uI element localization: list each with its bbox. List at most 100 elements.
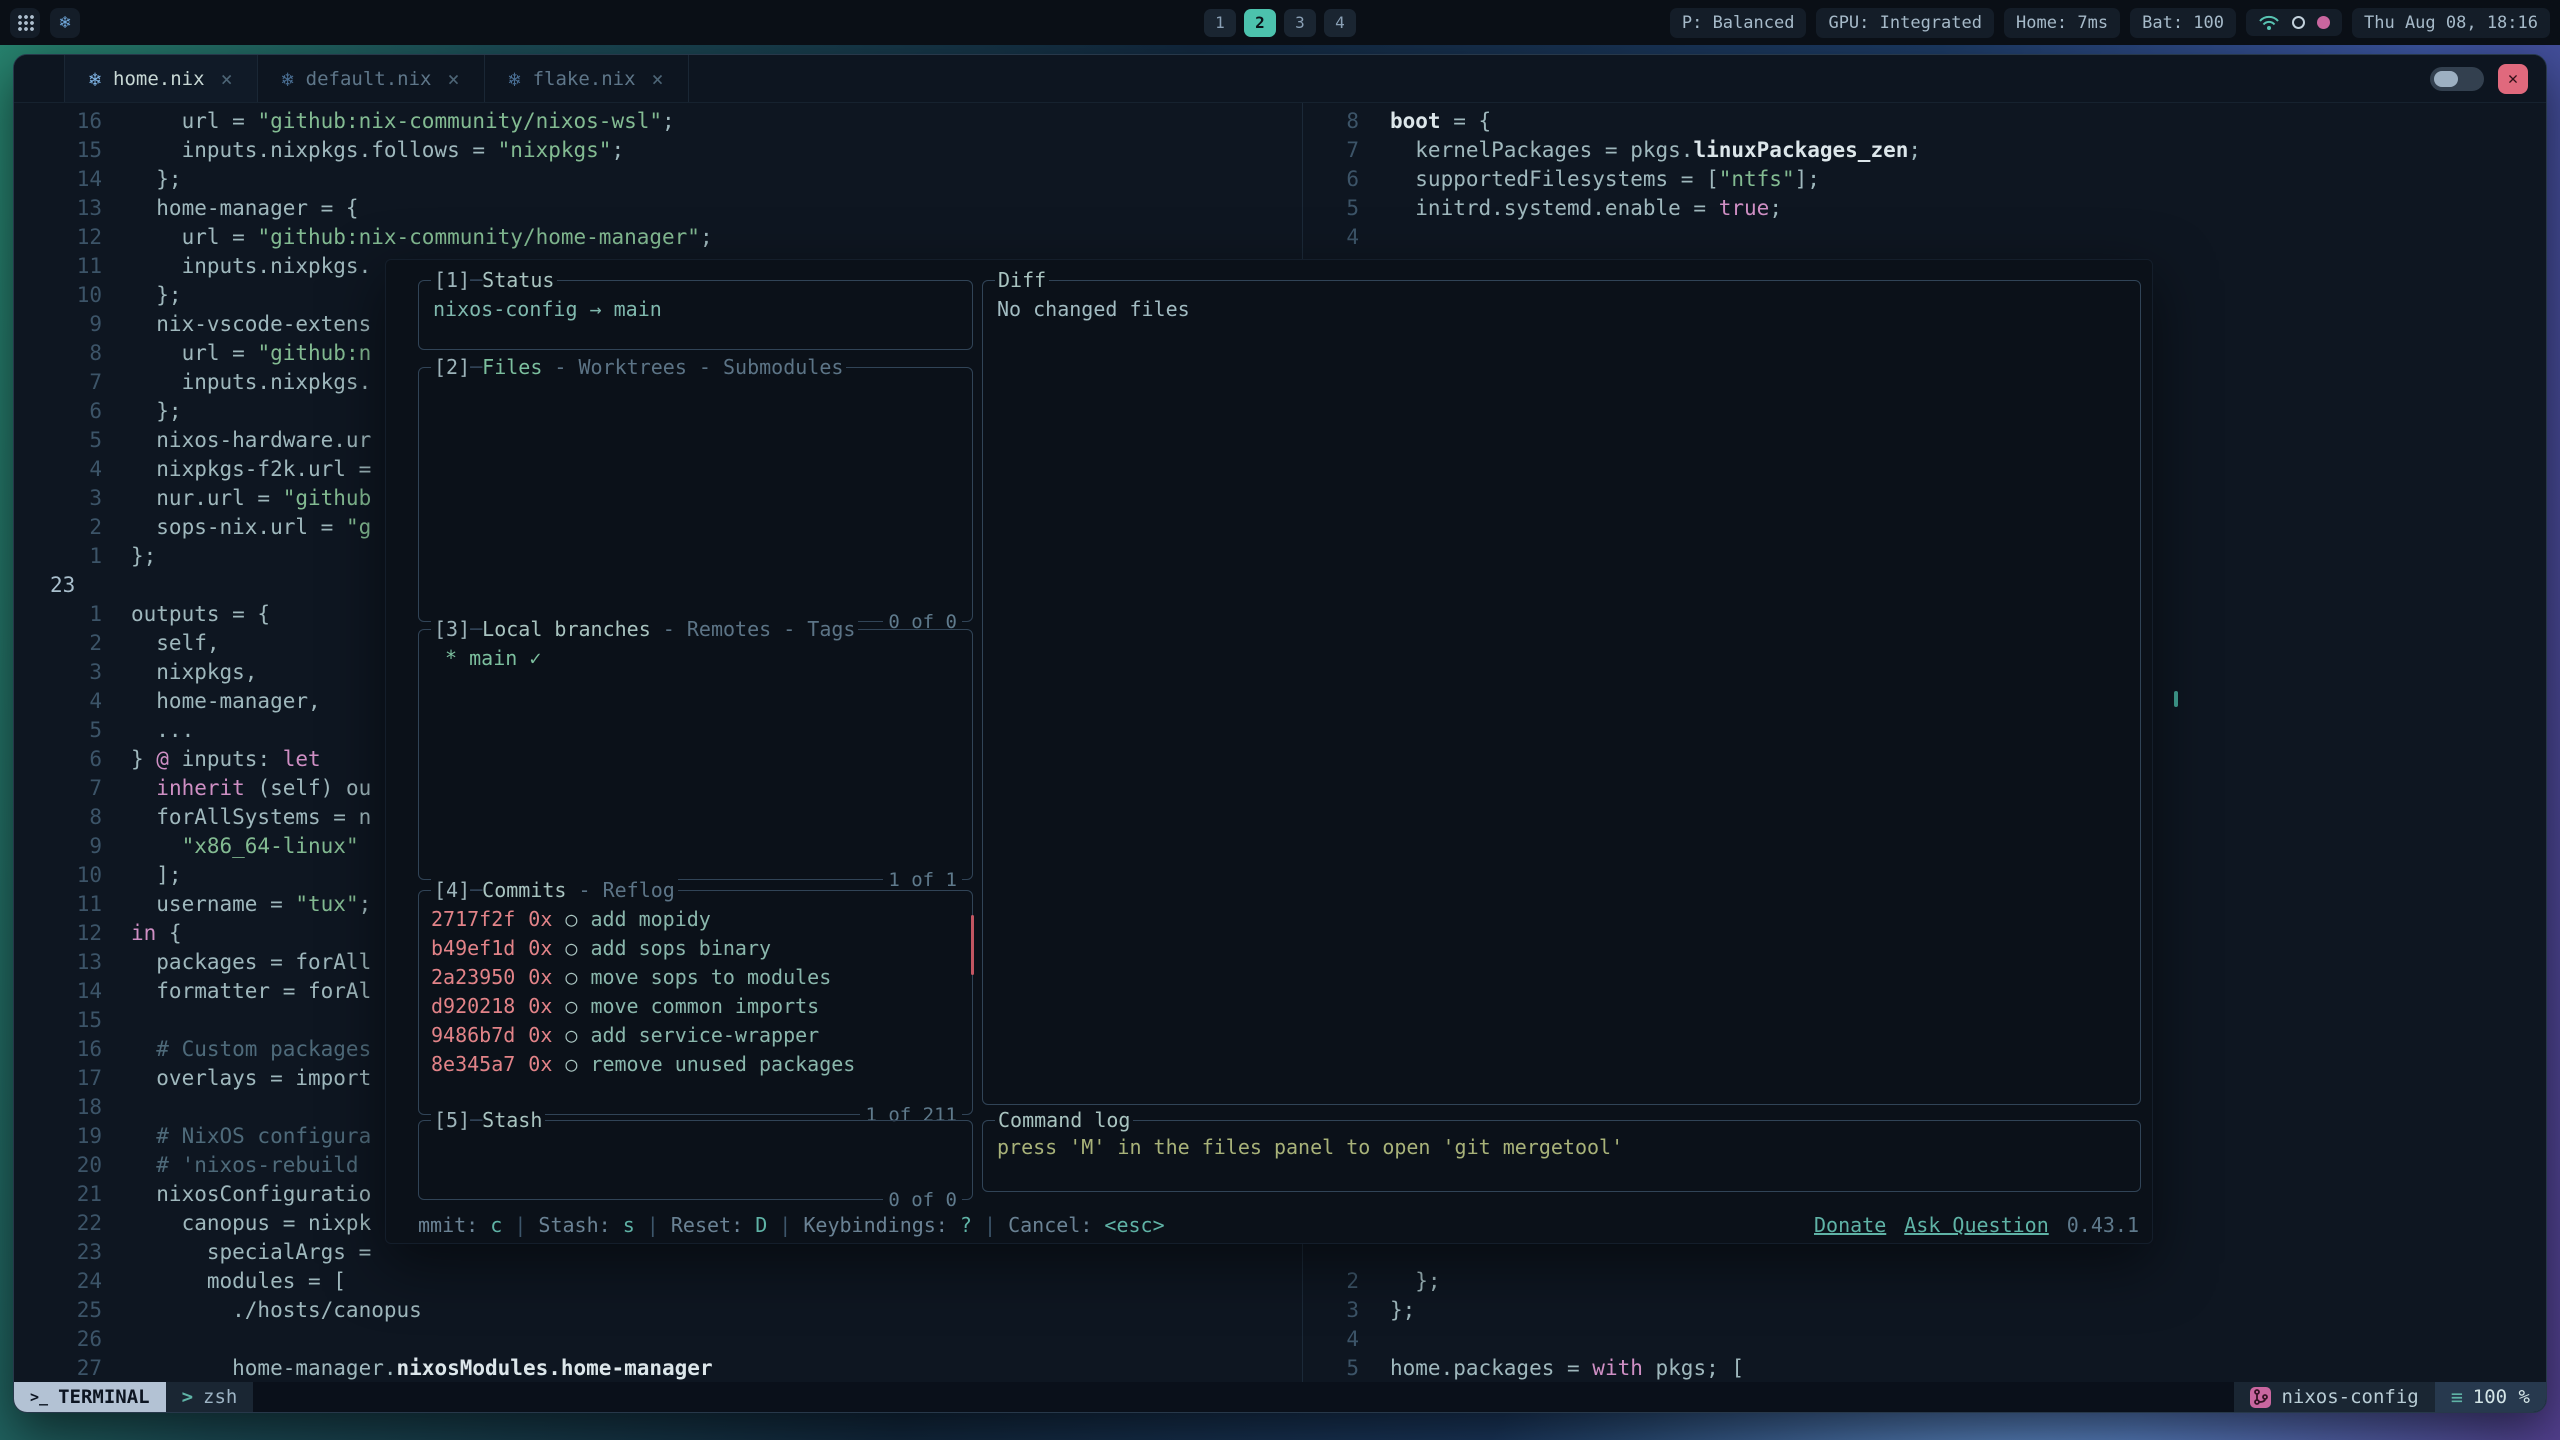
tab-flake.nix[interactable]: ❄flake.nix×: [485, 55, 689, 102]
lazygit-files-panel[interactable]: [2]─Files - Worktrees - Submodules 0 of …: [418, 367, 973, 622]
tab-close-icon[interactable]: ×: [448, 67, 460, 91]
commit-message: add sops binary: [590, 934, 771, 963]
lazygit-commits-panel[interactable]: [4]─Commits - Reflog 2717f2f0x○add mopid…: [418, 890, 973, 1115]
workspace-button-2[interactable]: 2: [1244, 9, 1276, 37]
app-icon[interactable]: ❄: [50, 8, 80, 38]
code-line[interactable]: 26: [14, 1325, 1302, 1354]
line-number: 11: [38, 252, 102, 281]
code-text: specialArgs =: [131, 1238, 371, 1267]
nix-snowflake-icon: ❄: [60, 14, 71, 32]
keybind-key[interactable]: ?: [960, 1213, 972, 1237]
panel-key: [5]: [434, 1108, 470, 1132]
wifi-icon: [2258, 14, 2280, 31]
code-text: supportedFilesystems = ["ntfs"];: [1390, 165, 1820, 194]
lazygit-stash-panel[interactable]: [5]─Stash 0 of 0: [418, 1120, 973, 1200]
window-close-button[interactable]: ✕: [2498, 64, 2528, 94]
code-line[interactable]: 25 ./hosts/canopus: [14, 1296, 1302, 1325]
code-text: };: [131, 165, 182, 194]
line-number: 14: [38, 165, 102, 194]
code-text: nixosConfiguratio: [131, 1180, 371, 1209]
scroll-label: 100 %: [2473, 1386, 2530, 1408]
donate-link[interactable]: Donate: [1814, 1213, 1886, 1237]
tab-close-icon[interactable]: ×: [221, 67, 233, 91]
code-line[interactable]: 5home.packages = with pkgs; [: [1303, 1354, 2546, 1382]
workspace-button-4[interactable]: 4: [1324, 9, 1356, 37]
code-line[interactable]: 16 url = "github:nix-community/nixos-wsl…: [14, 107, 1302, 136]
code-text: packages = forAll: [131, 948, 371, 977]
commit-row[interactable]: 9486b7d0x○add service-wrapper: [431, 1021, 960, 1050]
keybind-key[interactable]: s: [623, 1213, 635, 1237]
line-number: 3: [38, 658, 102, 687]
code-line[interactable]: 3};: [1303, 1296, 2546, 1325]
code-line[interactable]: 12 url = "github:nix-community/home-mana…: [14, 223, 1302, 252]
commit-row[interactable]: 2a239500x○move sops to modules: [431, 963, 960, 992]
system-tray[interactable]: [2246, 9, 2342, 36]
diff-content: No changed files: [997, 297, 1190, 321]
code-line[interactable]: 8boot = {: [1303, 107, 2546, 136]
code-line[interactable]: 13 home-manager = {: [14, 194, 1302, 223]
code-line[interactable]: 6 supportedFilesystems = ["ntfs"];: [1303, 165, 2546, 194]
lazygit-diff-panel[interactable]: Diff No changed files: [982, 280, 2141, 1105]
lazygit-branches-panel[interactable]: [3]─Local branches - Remotes - Tags * ma…: [418, 629, 973, 880]
commit-row[interactable]: 8e345a70x○remove unused packages: [431, 1050, 960, 1079]
keybind-label: Keybindings:: [803, 1213, 960, 1237]
line-number: 13: [38, 194, 102, 223]
line-number: 3: [1311, 1296, 1359, 1325]
line-number: 13: [38, 948, 102, 977]
code-text: nixpkgs,: [131, 658, 257, 687]
commits-scrollbar-thumb[interactable]: [971, 915, 974, 975]
commit-hash: 2a23950: [431, 963, 515, 992]
line-number: 5: [38, 716, 102, 745]
keybind-label: Reset:: [671, 1213, 755, 1237]
status-pill: Bat: 100: [2130, 8, 2236, 38]
line-number: 21: [38, 1180, 102, 1209]
code-text: modules = [: [131, 1267, 346, 1296]
keybind-key[interactable]: c: [490, 1213, 502, 1237]
panel-title: [4]─Commits - Reflog: [431, 878, 678, 902]
keybind-key[interactable]: D: [755, 1213, 767, 1237]
code-line[interactable]: 24 modules = [: [14, 1267, 1302, 1296]
window-toggle[interactable]: [2430, 67, 2484, 91]
commit-row[interactable]: d9202180x○move common imports: [431, 992, 960, 1021]
code-line[interactable]: 2 };: [1303, 1267, 2546, 1296]
panel-title: [3]─Local branches - Remotes - Tags: [431, 617, 858, 641]
commit-author: 0x: [528, 1050, 552, 1079]
lazygit-status-panel[interactable]: [1]─Status nixos-config → main: [418, 280, 973, 350]
workspace-button-3[interactable]: 3: [1284, 9, 1316, 37]
scrollbar-thumb[interactable]: [2174, 691, 2178, 707]
editor-area: 16 url = "github:nix-community/nixos-wsl…: [14, 103, 2546, 1382]
commit-row[interactable]: b49ef1d0x○add sops binary: [431, 934, 960, 963]
clock: Thu Aug 08, 18:16: [2352, 8, 2550, 38]
status-pill: Home: 7ms: [2004, 8, 2120, 38]
code-line[interactable]: 7 kernelPackages = pkgs.linuxPackages_ze…: [1303, 136, 2546, 165]
commit-author: 0x: [528, 905, 552, 934]
line-number: 9: [38, 310, 102, 339]
code-line[interactable]: 5 initrd.systemd.enable = true;: [1303, 194, 2546, 223]
launcher-icon[interactable]: [10, 8, 40, 38]
code-text: };: [131, 397, 182, 426]
lazygit-command-log-panel[interactable]: Command log press 'M' in the files panel…: [982, 1120, 2141, 1192]
commit-hash: 8e345a7: [431, 1050, 515, 1079]
line-number: 2: [38, 629, 102, 658]
code-line[interactable]: 15 inputs.nixpkgs.follows = "nixpkgs";: [14, 136, 1302, 165]
tab-default.nix[interactable]: ❄default.nix×: [258, 55, 485, 102]
code-line[interactable]: 4: [1303, 223, 2546, 252]
code-line[interactable]: 4: [1303, 1325, 2546, 1354]
keybind-key[interactable]: <esc>: [1104, 1213, 1164, 1237]
line-number: 4: [38, 455, 102, 484]
line-number: 8: [38, 803, 102, 832]
commit-message: add mopidy: [590, 905, 710, 934]
commit-graph-node: ○: [565, 905, 577, 934]
line-number: 9: [38, 832, 102, 861]
ask-question-link[interactable]: Ask Question: [1904, 1213, 2049, 1237]
code-line[interactable]: 14 };: [14, 165, 1302, 194]
branch-row[interactable]: * main ✓: [433, 646, 541, 670]
line-number: 8: [38, 339, 102, 368]
tab-home.nix[interactable]: ❄home.nix×: [64, 55, 258, 102]
workspace-button-1[interactable]: 1: [1204, 9, 1236, 37]
code-line[interactable]: 27 home-manager.nixosModules.home-manage…: [14, 1354, 1302, 1382]
commit-author: 0x: [528, 1021, 552, 1050]
line-number: 4: [1311, 1325, 1359, 1354]
commit-row[interactable]: 2717f2f0x○add mopidy: [431, 905, 960, 934]
tab-close-icon[interactable]: ×: [652, 67, 664, 91]
